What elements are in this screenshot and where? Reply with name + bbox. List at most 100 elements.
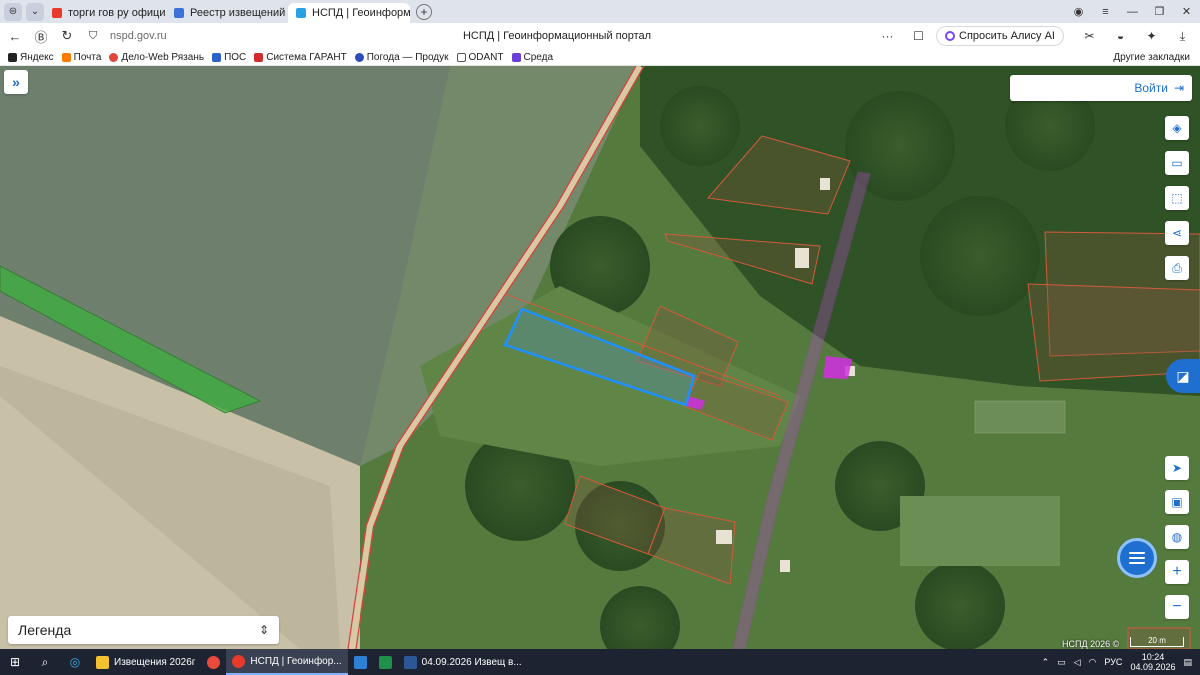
site-security-icon[interactable]: ⛉ bbox=[82, 30, 104, 43]
layers-button[interactable]: ◈ bbox=[1165, 116, 1189, 140]
garden-plot bbox=[974, 400, 1066, 434]
side-panel-tab[interactable]: ◪ bbox=[1166, 359, 1200, 393]
tab-favicon bbox=[296, 7, 306, 18]
building bbox=[795, 248, 809, 268]
tab-torgi[interactable]: торги гов ру официальн bbox=[44, 3, 166, 23]
bookmark-label: Система ГАРАНТ bbox=[266, 51, 347, 63]
taskbar-app-circle[interactable] bbox=[201, 649, 226, 675]
clock-time: 10:24 bbox=[1141, 652, 1165, 662]
edge-browser-icon[interactable]: ◎ bbox=[60, 655, 90, 669]
taskbar-app-label: НСПД | Геоинфор... bbox=[250, 655, 342, 667]
volume-icon[interactable]: ◁ bbox=[1074, 657, 1081, 668]
locate-button[interactable]: ➤ bbox=[1165, 456, 1189, 480]
bookmark-favicon bbox=[8, 52, 17, 62]
windows-taskbar: ⊞ ⌕ ◎ Извещения 2026г НСПД | Геоинфор...… bbox=[0, 649, 1200, 675]
windows-start-icon[interactable]: ⊞ bbox=[0, 655, 30, 669]
satellite-map[interactable] bbox=[0, 66, 1200, 649]
building bbox=[820, 178, 830, 190]
notifications-icon[interactable]: ▤ bbox=[1183, 657, 1192, 668]
language-indicator[interactable]: РУС bbox=[1104, 657, 1122, 667]
share-icon: ⋖ bbox=[1171, 226, 1183, 240]
legend-panel[interactable]: Легенда ⇕ bbox=[8, 616, 279, 644]
bookmark-weather[interactable]: Погода — Продук bbox=[354, 52, 449, 63]
login-icon: ⇥ bbox=[1173, 81, 1184, 95]
bookmark-sreda[interactable]: Среда bbox=[511, 52, 553, 63]
close-window-icon[interactable]: ✕ bbox=[1173, 5, 1200, 18]
other-bookmarks[interactable]: Другие закладки bbox=[1113, 52, 1190, 63]
app-icon bbox=[353, 655, 367, 669]
bookmark-pos[interactable]: ПОС bbox=[212, 52, 246, 63]
bookmark-garant[interactable]: Система ГАРАНТ bbox=[254, 51, 347, 63]
select-area-button[interactable]: ⬚ bbox=[1165, 186, 1189, 210]
bookmark-label: ПОС bbox=[224, 51, 247, 63]
tools-icon[interactable]: ✂ bbox=[1076, 29, 1103, 43]
zoom-out-button[interactable]: − bbox=[1165, 595, 1189, 619]
taskbar-app-label: 04.09.2026 Извещ в... bbox=[421, 656, 522, 668]
app-icon bbox=[207, 655, 221, 669]
tray-expand-icon[interactable]: ⌃ bbox=[1042, 657, 1050, 668]
bookmark-favicon bbox=[511, 52, 521, 62]
yandex-badge-icon[interactable]: Ⓑ bbox=[30, 27, 52, 46]
system-tray: ⌃ ▭ ◁ ◠ РУС 10:24 04.09.2026 ▤ bbox=[1042, 652, 1200, 672]
window-controls: ◉ ≡ — ❐ ✕ bbox=[1065, 0, 1200, 23]
taskbar-app-blue[interactable] bbox=[348, 649, 373, 675]
highlighted-plot[interactable] bbox=[823, 356, 852, 379]
bookmark-odant[interactable]: ODANT bbox=[456, 51, 504, 63]
minimap-icon: ▣ bbox=[1171, 495, 1183, 509]
tab-label: НСПД | Геоинформаци bbox=[312, 6, 410, 19]
chat-assistant-button[interactable] bbox=[1117, 538, 1157, 578]
reading-mode-icon[interactable]: ◒ bbox=[1107, 29, 1134, 43]
bookmark-favicon bbox=[254, 52, 264, 62]
page-menu-icon[interactable]: ··· bbox=[874, 29, 901, 43]
measure-button[interactable]: ▭ bbox=[1165, 151, 1189, 175]
share-button[interactable]: ⋖ bbox=[1165, 221, 1189, 245]
reload-icon[interactable]: ↻ bbox=[56, 28, 78, 44]
minimap-button[interactable]: ▣ bbox=[1165, 490, 1189, 514]
login-button[interactable]: Войти ⇥ bbox=[1010, 75, 1192, 101]
bookmark-icon[interactable]: ☐ bbox=[905, 29, 932, 43]
restore-icon[interactable]: ❐ bbox=[1146, 5, 1173, 18]
extensions-icon[interactable]: ✦ bbox=[1138, 29, 1165, 43]
taskbar-app-folder[interactable]: Извещения 2026г bbox=[90, 649, 201, 675]
map-view[interactable]: » Войти ⇥ ◈ ▭ ⬚ ⋖ ⎙ ◪ ➤ ▣ ◍ + − Легенда … bbox=[0, 66, 1200, 649]
alice-icon bbox=[945, 31, 956, 41]
chevron-updown-icon: ⇕ bbox=[258, 623, 269, 637]
print-button[interactable]: ⎙ bbox=[1165, 256, 1189, 280]
bookmarks-bar: Яндекс Почта Дело-Web Рязань ПОС Система… bbox=[0, 49, 1200, 66]
back-icon[interactable]: ← bbox=[4, 29, 26, 44]
bookmark-mail[interactable]: Почта bbox=[61, 52, 101, 63]
expand-panel-button[interactable]: » bbox=[4, 70, 28, 94]
bookmark-yandex[interactable]: Яндекс bbox=[8, 52, 54, 63]
bookmark-delo[interactable]: Дело-Web Рязань bbox=[109, 52, 204, 63]
bookmark-favicon bbox=[212, 52, 222, 62]
zoom-in-button[interactable]: + bbox=[1165, 560, 1189, 584]
taskbar-app-excel[interactable] bbox=[373, 649, 398, 675]
bookmark-favicon bbox=[354, 52, 364, 62]
tab-nspd[interactable]: НСПД | Геоинформаци × bbox=[288, 2, 410, 23]
bookmark-label: Яндекс bbox=[20, 51, 54, 63]
taskbar-app-yandex[interactable]: НСПД | Геоинфор... bbox=[226, 649, 348, 675]
page-title: НСПД | Геоинформационный портал bbox=[462, 30, 652, 42]
building bbox=[716, 530, 732, 544]
hamburger-menu-icon[interactable]: ≡ bbox=[1092, 6, 1119, 18]
browser-menu-icon[interactable]: ⊜ bbox=[4, 2, 22, 21]
select-area-icon: ⬚ bbox=[1171, 191, 1183, 205]
minus-icon: − bbox=[1172, 598, 1182, 615]
wifi-icon[interactable]: ◠ bbox=[1089, 657, 1097, 668]
profile-icon[interactable]: ◉ bbox=[1065, 5, 1092, 18]
taskbar-app-word[interactable]: 04.09.2026 Извещ в... bbox=[398, 649, 528, 675]
ask-alice-button[interactable]: Спросить Алису AI bbox=[936, 26, 1064, 46]
bookmark-label: ODANT bbox=[468, 51, 504, 63]
new-tab-button[interactable]: + bbox=[416, 3, 432, 20]
tabs-dropdown-icon[interactable]: ⌄ bbox=[26, 2, 44, 21]
folder-icon bbox=[96, 655, 109, 669]
clock[interactable]: 10:24 04.09.2026 bbox=[1130, 652, 1175, 672]
network-icon[interactable]: ▭ bbox=[1057, 657, 1066, 668]
tab-label: Реестр извещений bbox=[190, 6, 286, 19]
geo-search-button[interactable]: ◍ bbox=[1165, 525, 1189, 549]
tab-reestr[interactable]: Реестр извещений bbox=[166, 3, 288, 23]
downloads-icon[interactable]: ⤓ bbox=[1169, 29, 1196, 44]
search-icon[interactable]: ⌕ bbox=[30, 655, 60, 670]
bookmark-favicon bbox=[456, 52, 466, 62]
minimize-icon[interactable]: — bbox=[1119, 6, 1146, 18]
